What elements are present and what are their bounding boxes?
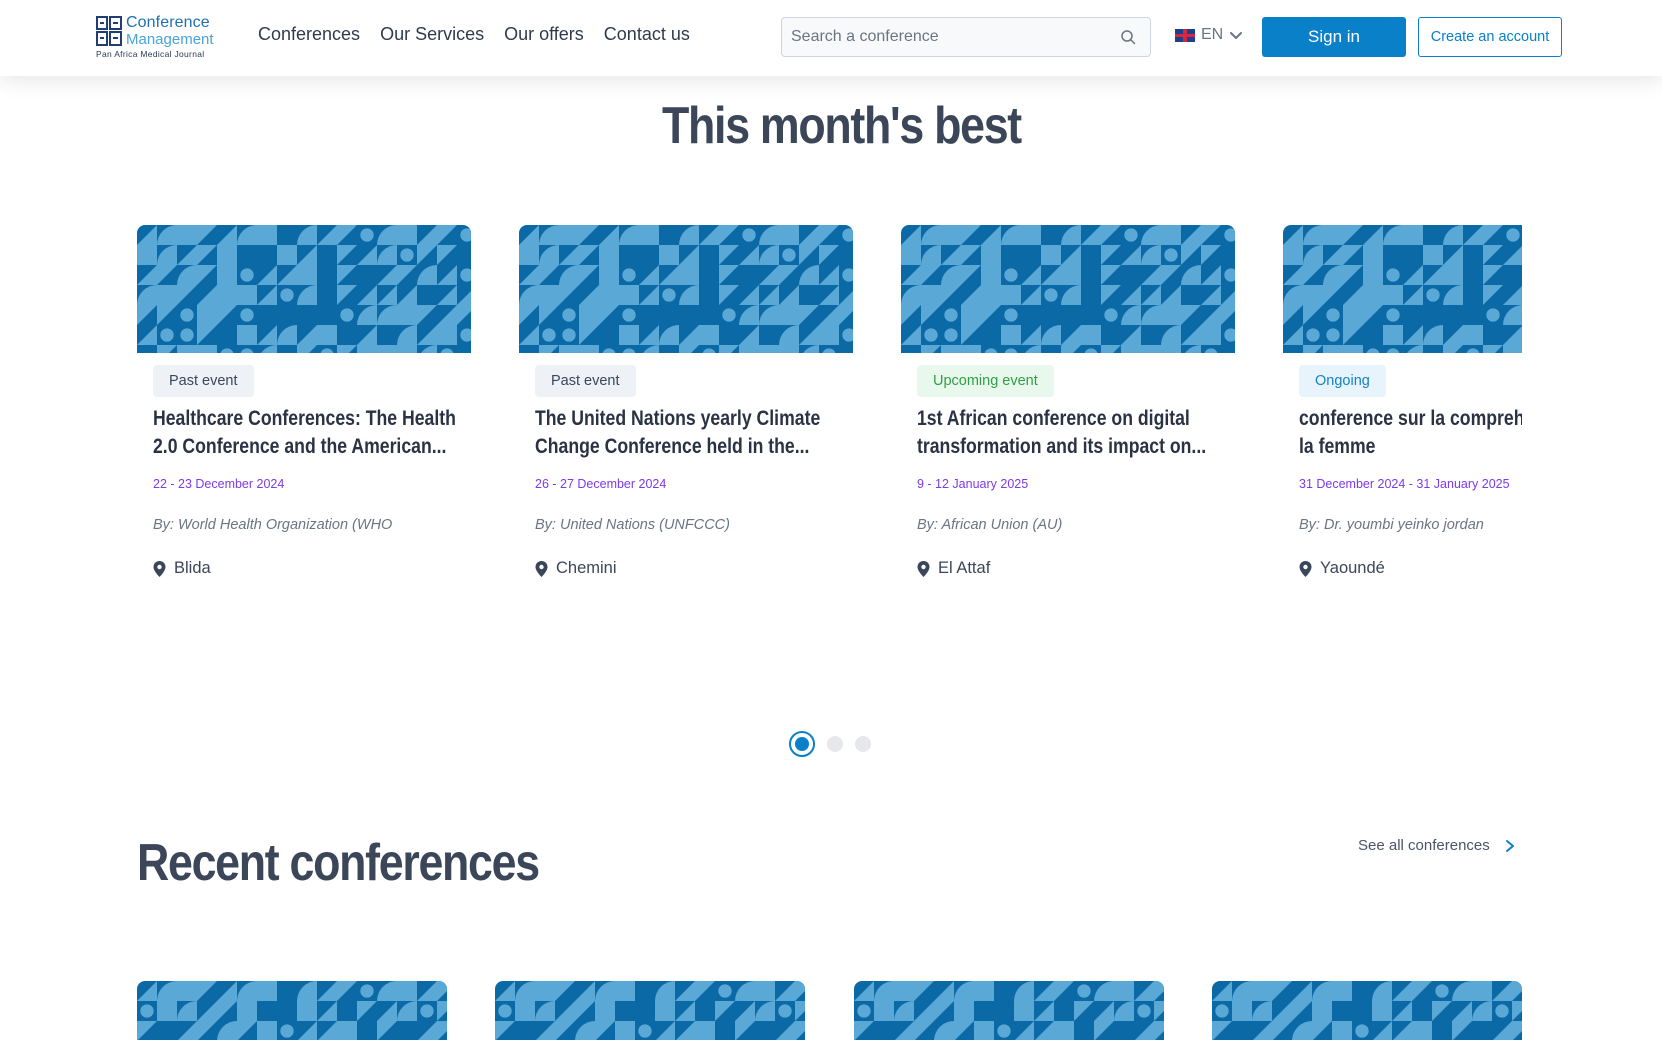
search-box (781, 17, 1151, 57)
card-title[interactable]: The United Nations yearly Climate Change… (535, 405, 846, 461)
chevron-right-icon (1505, 839, 1514, 852)
logo-tagline: Pan Africa Medical Journal (96, 49, 205, 59)
card-organizer: By: Dr. youmbi yeinko jordan (1299, 517, 1484, 533)
section-title-best: This month's best (662, 97, 1022, 155)
search-input[interactable] (782, 18, 1112, 56)
nav-our-offers[interactable]: Our offers (504, 24, 584, 45)
conference-card[interactable]: Past event Healthcare Conferences: The H… (137, 225, 471, 605)
nav-conferences[interactable]: Conferences (258, 24, 360, 45)
location-pin-icon (1299, 560, 1312, 577)
logo[interactable]: Conference Management Pan Africa Medical… (96, 14, 220, 60)
logo-title: Conference (126, 14, 210, 31)
card-location: El Attaf (917, 559, 990, 578)
section-title-recent: Recent conferences (137, 834, 540, 892)
card-location: Yaoundé (1299, 559, 1385, 578)
sign-in-button[interactable]: Sign in (1262, 17, 1406, 57)
best-carousel: Past event Healthcare Conferences: The H… (137, 225, 1522, 605)
logo-subtitle: Management (126, 31, 214, 48)
card-date: 22 - 23 December 2024 (153, 477, 285, 491)
recent-card-banner-image[interactable] (1212, 981, 1522, 1040)
card-organizer: By: World Health Organization (WHO (153, 517, 393, 533)
status-badge: Past event (535, 365, 636, 397)
conference-card[interactable]: Upcoming event 1st African conference on… (901, 225, 1235, 605)
card-title[interactable]: conference sur la comprehension de la fe… (1299, 405, 1522, 461)
status-badge: Ongoing (1299, 365, 1386, 397)
card-organizer: By: African Union (AU) (917, 517, 1063, 533)
card-title[interactable]: 1st African conference on digital transf… (917, 405, 1228, 461)
nav-our-services[interactable]: Our Services (380, 24, 484, 45)
card-organizer: By: United Nations (UNFCCC) (535, 517, 730, 533)
card-banner-image (519, 225, 853, 353)
search-icon[interactable] (1120, 29, 1136, 45)
card-banner-image (1283, 225, 1522, 353)
recent-card-banner-image[interactable] (854, 981, 1164, 1040)
carousel-dot-1[interactable] (789, 731, 815, 757)
recent-card-banner-image[interactable] (137, 981, 447, 1040)
card-location: Blida (153, 559, 211, 578)
location-pin-icon (917, 560, 930, 577)
status-badge: Upcoming event (917, 365, 1054, 397)
language-selector[interactable]: EN (1175, 26, 1243, 44)
card-date: 9 - 12 January 2025 (917, 477, 1029, 491)
conference-card[interactable]: Ongoing conference sur la comprehension … (1283, 225, 1522, 605)
chevron-down-icon (1230, 32, 1243, 39)
carousel-dot-3[interactable] (855, 736, 871, 752)
see-all-conferences-link[interactable]: See all conferences (1358, 837, 1516, 854)
card-date: 26 - 27 December 2024 (535, 477, 667, 491)
conference-card[interactable]: Past event The United Nations yearly Cli… (519, 225, 853, 605)
card-title[interactable]: Healthcare Conferences: The Health 2.0 C… (153, 405, 464, 461)
location-pin-icon (535, 560, 548, 577)
nav-contact-us[interactable]: Contact us (604, 24, 690, 45)
card-banner-image (137, 225, 471, 353)
language-code: EN (1201, 26, 1224, 43)
card-banner-image (901, 225, 1235, 353)
main-nav: Conferences Our Services Our offers Cont… (258, 24, 690, 45)
create-account-button[interactable]: Create an account (1418, 17, 1562, 57)
card-date: 31 December 2024 - 31 January 2025 (1299, 477, 1510, 491)
carousel-dot-2[interactable] (827, 736, 843, 752)
location-pin-icon (153, 560, 166, 577)
uk-flag-icon (1175, 28, 1195, 42)
recent-card-banner-image[interactable] (495, 981, 805, 1040)
carousel-pagination (789, 731, 871, 757)
card-location: Chemini (535, 559, 617, 578)
site-header: Conference Management Pan Africa Medical… (0, 0, 1662, 76)
logo-mark-icon (96, 16, 122, 46)
status-badge: Past event (153, 365, 254, 397)
recent-conferences-list (137, 981, 1522, 1040)
